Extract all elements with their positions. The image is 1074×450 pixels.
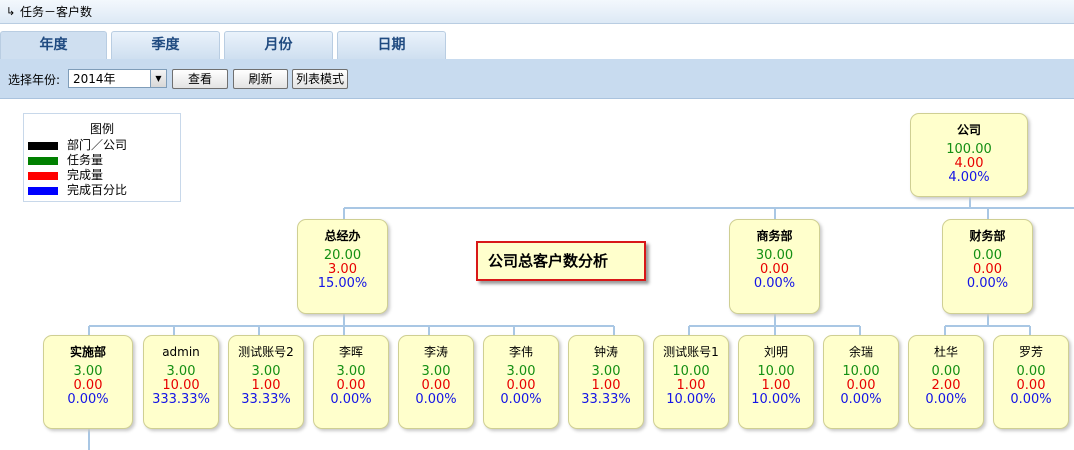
node-name: 财务部 [969,229,1006,243]
node-percent-value: 0.00% [840,392,882,407]
node-name: 罗芳 [1018,345,1043,359]
node-percent-value: 0.00% [925,392,967,407]
org-node-member[interactable]: 余瑞 10.00 0.00 0.00% [823,335,899,429]
node-task-value: 3.00 [251,364,281,379]
node-name: 公司 [956,123,981,137]
org-node-member[interactable]: 测试账号1 10.00 1.00 10.00% [653,335,729,429]
node-done-value: 1.00 [676,378,706,393]
org-node-department[interactable]: 财务部 0.00 0.00 0.00% [942,219,1033,314]
node-task-value: 0.00 [973,248,1002,263]
node-done-value: 0.00 [1016,378,1046,393]
node-percent-value: 10.00% [666,392,716,407]
node-percent-value: 4.00% [948,170,990,185]
node-task-value: 3.00 [506,364,536,379]
node-done-value: 0.00 [421,378,451,393]
node-name: 总经办 [324,229,361,243]
node-task-value: 10.00 [672,364,710,379]
node-percent-value: 0.00% [330,392,372,407]
node-name: 测试账号2 [238,345,294,359]
org-node-department[interactable]: 总经办 20.00 3.00 15.00% [297,219,388,314]
node-task-value: 0.00 [931,364,961,379]
node-name: 刘明 [763,345,788,359]
node-task-value: 3.00 [591,364,621,379]
node-task-value: 30.00 [755,248,794,263]
node-name: 实施部 [69,345,106,359]
node-done-value: 0.00 [973,262,1002,277]
node-percent-value: 0.00% [966,276,1009,291]
node-percent-value: 0.00% [415,392,457,407]
org-node-member[interactable]: 李伟 3.00 0.00 0.00% [483,335,559,429]
node-percent-value: 0.00% [67,392,109,407]
node-name: 测试账号1 [663,345,719,359]
node-name: 商务部 [756,229,793,243]
org-node-department[interactable]: 商务部 30.00 0.00 0.00% [729,219,820,314]
org-node-member[interactable]: 李涛 3.00 0.00 0.00% [398,335,474,429]
node-task-value: 0.00 [1016,364,1046,379]
node-name: 钟涛 [593,345,618,359]
node-percent-value: 0.00% [1010,392,1052,407]
org-node-root[interactable]: 公司 100.00 4.00 4.00% [910,113,1028,197]
node-percent-value: 33.33% [581,392,631,407]
node-done-value: 1.00 [251,378,281,393]
node-percent-value: 333.33% [152,392,210,407]
node-done-value: 0.00 [336,378,366,393]
chart-title: 公司总客户数分析 [476,241,646,281]
node-percent-value: 0.00% [753,276,796,291]
node-name: 余瑞 [848,345,873,359]
org-node-member[interactable]: admin 3.00 10.00 333.33% [143,335,219,429]
org-node-member[interactable]: 李晖 3.00 0.00 0.00% [313,335,389,429]
node-done-value: 3.00 [328,262,357,277]
node-task-value: 3.00 [336,364,366,379]
node-done-value: 2.00 [931,378,961,393]
org-node-member[interactable]: 钟涛 3.00 1.00 33.33% [568,335,644,429]
node-done-value: 1.00 [591,378,621,393]
node-task-value: 3.00 [73,364,103,379]
node-task-value: 3.00 [166,364,196,379]
node-done-value: 0.00 [506,378,536,393]
node-done-value: 4.00 [954,156,984,171]
node-percent-value: 0.00% [500,392,542,407]
node-done-value: 0.00 [846,378,876,393]
node-task-value: 10.00 [842,364,880,379]
node-name: 李晖 [338,345,363,359]
node-done-value: 0.00 [73,378,103,393]
node-task-value: 3.00 [421,364,451,379]
node-percent-value: 10.00% [751,392,801,407]
node-done-value: 10.00 [162,378,200,393]
node-task-value: 10.00 [757,364,795,379]
node-name: 李涛 [423,345,448,359]
node-name: 杜华 [933,345,958,359]
node-percent-value: 33.33% [241,392,291,407]
org-node-member[interactable]: 刘明 10.00 1.00 10.00% [738,335,814,429]
node-name: 李伟 [508,345,533,359]
node-task-value: 20.00 [323,248,362,263]
node-done-value: 1.00 [761,378,791,393]
org-node-member[interactable]: 杜华 0.00 2.00 0.00% [908,335,984,429]
node-percent-value: 15.00% [317,276,368,291]
org-node-member[interactable]: 实施部 3.00 0.00 0.00% [43,335,133,429]
node-name: admin [162,345,200,359]
org-node-member[interactable]: 罗芳 0.00 0.00 0.00% [993,335,1069,429]
node-done-value: 0.00 [760,262,789,277]
node-task-value: 100.00 [946,142,992,157]
org-node-member[interactable]: 测试账号2 3.00 1.00 33.33% [228,335,304,429]
